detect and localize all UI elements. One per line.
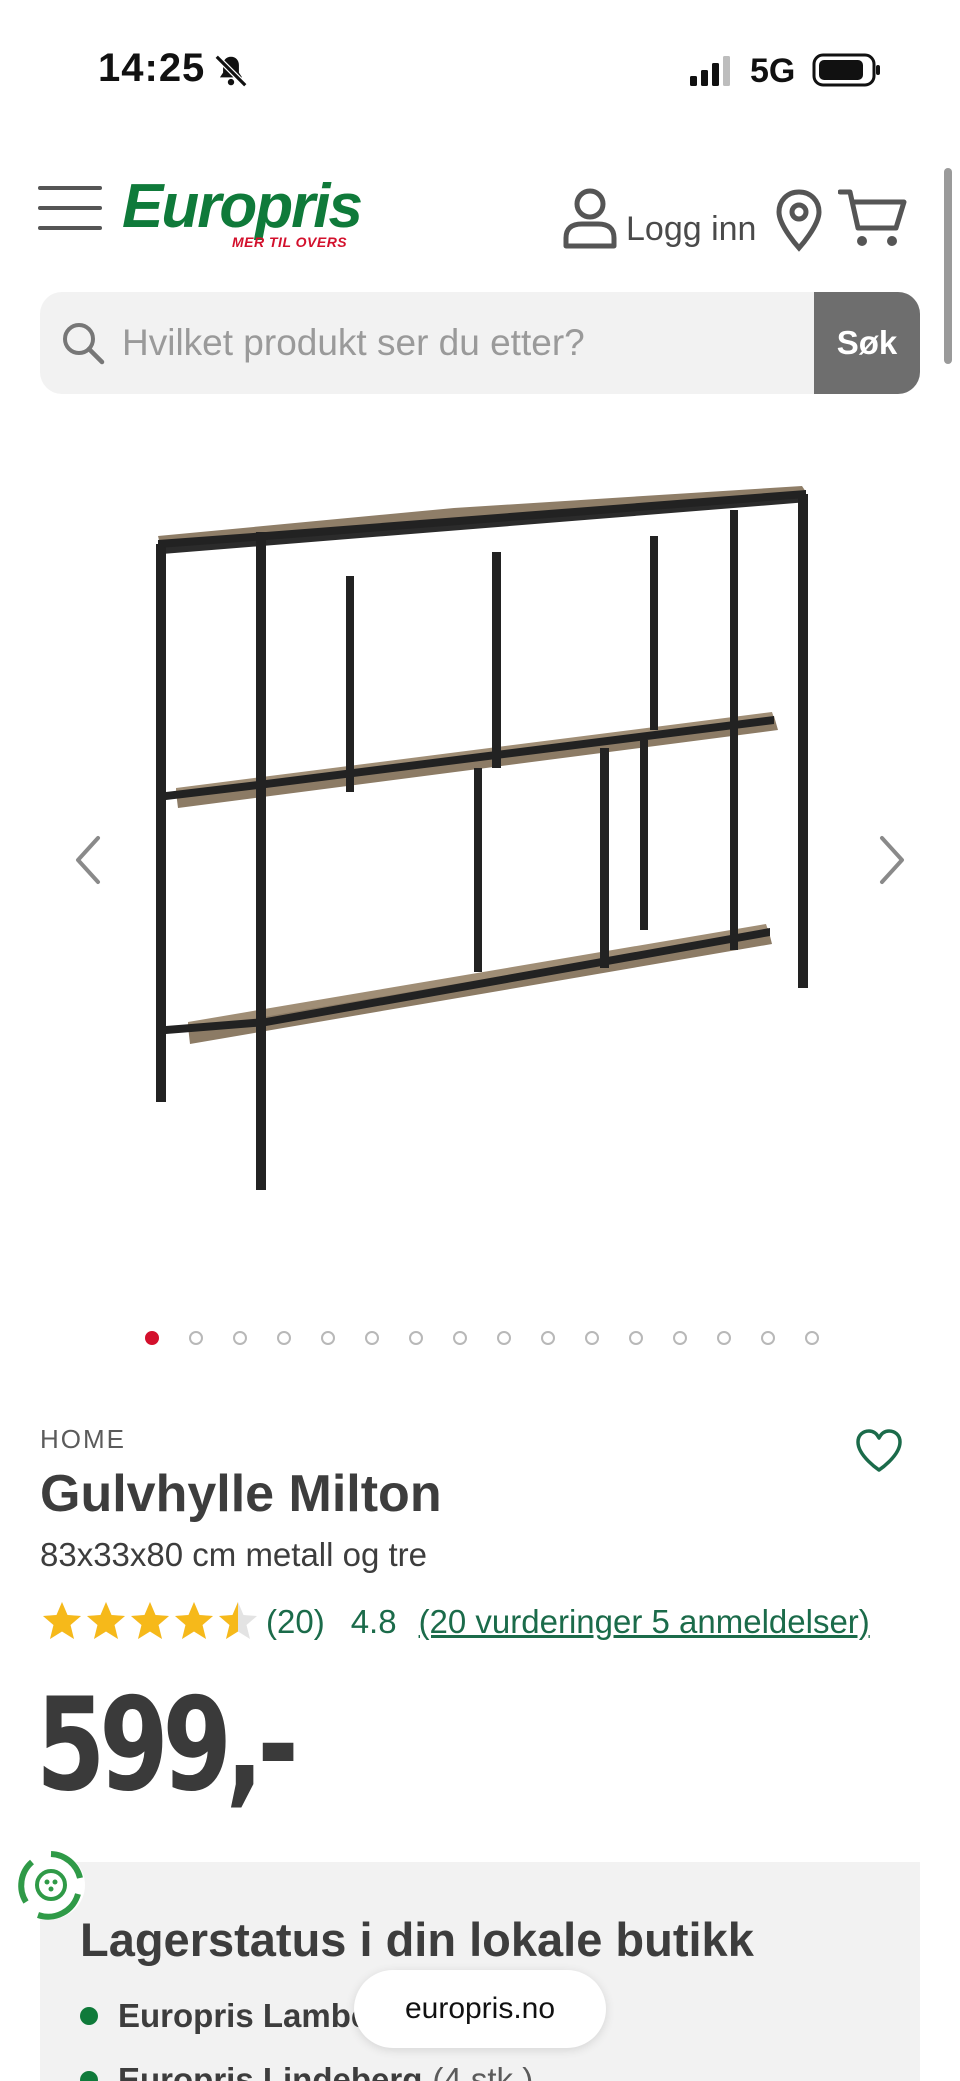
page-scrollbar[interactable] (944, 168, 952, 364)
reviews-link[interactable]: (20 vurderinger 5 anmeldelser) (419, 1603, 870, 1641)
site-header: Europris MER TIL OVERS Logg inn (0, 160, 960, 270)
product-brand[interactable]: HOME (40, 1424, 126, 1455)
gallery-dot[interactable] (446, 1326, 490, 1350)
gallery-pagination (138, 1326, 842, 1350)
star-icon (131, 1602, 169, 1639)
user-icon[interactable] (560, 186, 620, 250)
gallery-dot[interactable] (138, 1326, 182, 1350)
search-input[interactable] (122, 292, 842, 394)
rating-count: (20) (266, 1603, 325, 1640)
product-title: Gulvhylle Milton (40, 1465, 442, 1523)
gallery-dot[interactable] (710, 1326, 754, 1350)
bell-slash-icon (214, 54, 248, 88)
store-item[interactable]: Europris Lindeberg (4 stk.) (80, 2058, 533, 2081)
store-name: Europris Lindeberg (118, 2061, 423, 2081)
browser-url-bar[interactable]: europris.no (354, 1970, 606, 2048)
shopping-cart-icon[interactable] (838, 188, 908, 250)
search-bar: Søk (40, 292, 920, 394)
gallery-dot[interactable] (358, 1326, 402, 1350)
store-name: Europris Lambe (118, 1997, 370, 2034)
product-gallery[interactable] (30, 440, 930, 1270)
store-item[interactable]: Europris Lambe (80, 1994, 369, 2038)
chevron-left-icon[interactable] (62, 810, 112, 910)
in-stock-indicator (80, 2071, 98, 2081)
gallery-dot[interactable] (622, 1326, 666, 1350)
gallery-dot[interactable] (182, 1326, 226, 1350)
gallery-dot[interactable] (490, 1326, 534, 1350)
search-icon (63, 323, 105, 365)
gallery-dot[interactable] (534, 1326, 578, 1350)
logo-wordmark: Europris (122, 172, 363, 241)
sustainability-badge-icon[interactable] (14, 1848, 88, 1922)
gallery-dot[interactable] (798, 1326, 842, 1350)
gallery-dot[interactable] (666, 1326, 710, 1350)
rating-stars (40, 1598, 260, 1646)
gallery-dot[interactable] (270, 1326, 314, 1350)
status-time: 14:25 (98, 46, 206, 90)
gallery-dot[interactable] (754, 1326, 798, 1350)
store-location-icon[interactable] (774, 188, 824, 252)
gallery-dot[interactable] (226, 1326, 270, 1350)
in-stock-indicator (80, 2007, 98, 2025)
network-label: 5G (750, 52, 796, 90)
rating-row: (20) 4.8 (20 vurderinger 5 anmeldelser) (40, 1594, 870, 1650)
signal-icon (690, 56, 730, 86)
star-icon (87, 1602, 125, 1639)
hamburger-menu-icon[interactable] (38, 182, 104, 234)
product-image-shelf (156, 486, 808, 1190)
search-button[interactable]: Søk (814, 292, 920, 394)
battery-icon (812, 53, 880, 87)
logo-tagline: MER TIL OVERS (232, 234, 348, 250)
europris-logo[interactable]: Europris MER TIL OVERS (122, 172, 363, 254)
star-icon (43, 1602, 81, 1639)
store-stock-count[interactable]: (4 stk.) (432, 2061, 533, 2081)
gallery-dot[interactable] (314, 1326, 358, 1350)
star-icon (175, 1602, 213, 1639)
heart-icon[interactable] (854, 1428, 904, 1474)
gallery-dot[interactable] (402, 1326, 446, 1350)
star-icon (219, 1602, 257, 1639)
chevron-right-icon[interactable] (868, 810, 918, 910)
login-link[interactable]: Logg inn (626, 210, 756, 249)
product-price: 599,- (36, 1671, 299, 1820)
gallery-dot[interactable] (578, 1326, 622, 1350)
stock-title: Lagerstatus i din lokale butikk (80, 1913, 754, 1966)
rating-value: 4.8 (350, 1603, 397, 1640)
status-bar: 14:25 5G (0, 0, 960, 140)
product-subtitle: 83x33x80 cm metall og tre (40, 1536, 428, 1573)
